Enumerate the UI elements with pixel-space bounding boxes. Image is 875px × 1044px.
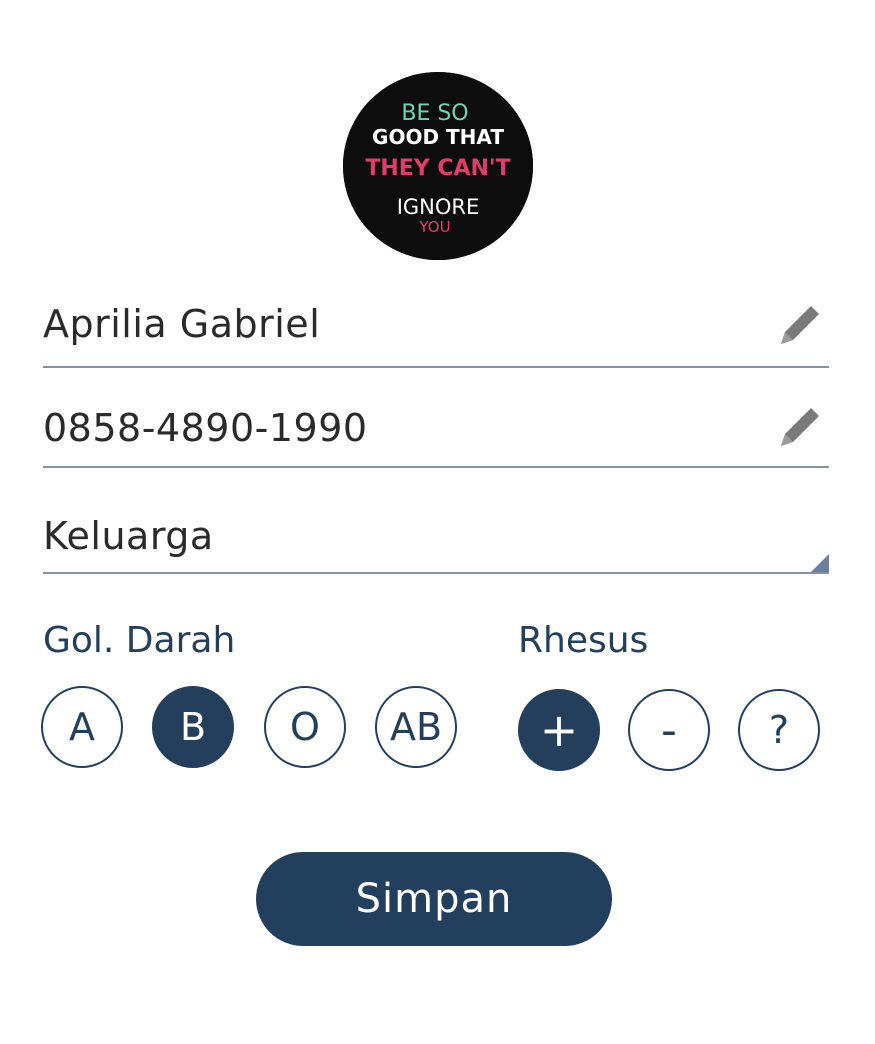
avatar-image: BE SO GOOD THAT THEY CAN'T IGNORE YOU — [343, 72, 533, 260]
rhesus-label: Rhesus — [518, 620, 649, 661]
blood-type-label: Gol. Darah — [43, 620, 236, 661]
relation-value[interactable]: Keluarga — [43, 514, 214, 558]
avatar-text-2: GOOD THAT — [372, 125, 504, 149]
avatar-text-5: YOU — [418, 218, 450, 236]
blood-option-a[interactable]: A — [41, 686, 123, 768]
relation-dropdown[interactable]: Keluarga — [43, 500, 829, 574]
blood-option-ab[interactable]: AB — [375, 686, 457, 768]
avatar-text-1: BE SO — [401, 101, 468, 126]
dropdown-triangle-icon[interactable] — [811, 554, 829, 572]
rhesus-option-positive[interactable]: + — [518, 689, 600, 771]
edit-pencil-icon[interactable] — [777, 302, 823, 348]
save-button[interactable]: Simpan — [256, 852, 612, 946]
name-field[interactable]: Aprilia Gabriel — [43, 290, 829, 368]
avatar-text-4: IGNORE — [397, 195, 480, 219]
edit-pencil-icon[interactable] — [777, 404, 823, 450]
avatar[interactable]: BE SO GOOD THAT THEY CAN'T IGNORE YOU — [343, 72, 533, 260]
rhesus-option-unknown[interactable]: ? — [738, 689, 820, 771]
name-value[interactable]: Aprilia Gabriel — [43, 302, 320, 346]
rhesus-option-negative[interactable]: - — [628, 689, 710, 771]
blood-option-b[interactable]: B — [152, 686, 234, 768]
blood-option-o[interactable]: O — [264, 686, 346, 768]
phone-field[interactable]: 0858-4890-1990 — [43, 392, 829, 468]
avatar-text-3: THEY CAN'T — [365, 156, 510, 181]
phone-value[interactable]: 0858-4890-1990 — [43, 406, 368, 450]
